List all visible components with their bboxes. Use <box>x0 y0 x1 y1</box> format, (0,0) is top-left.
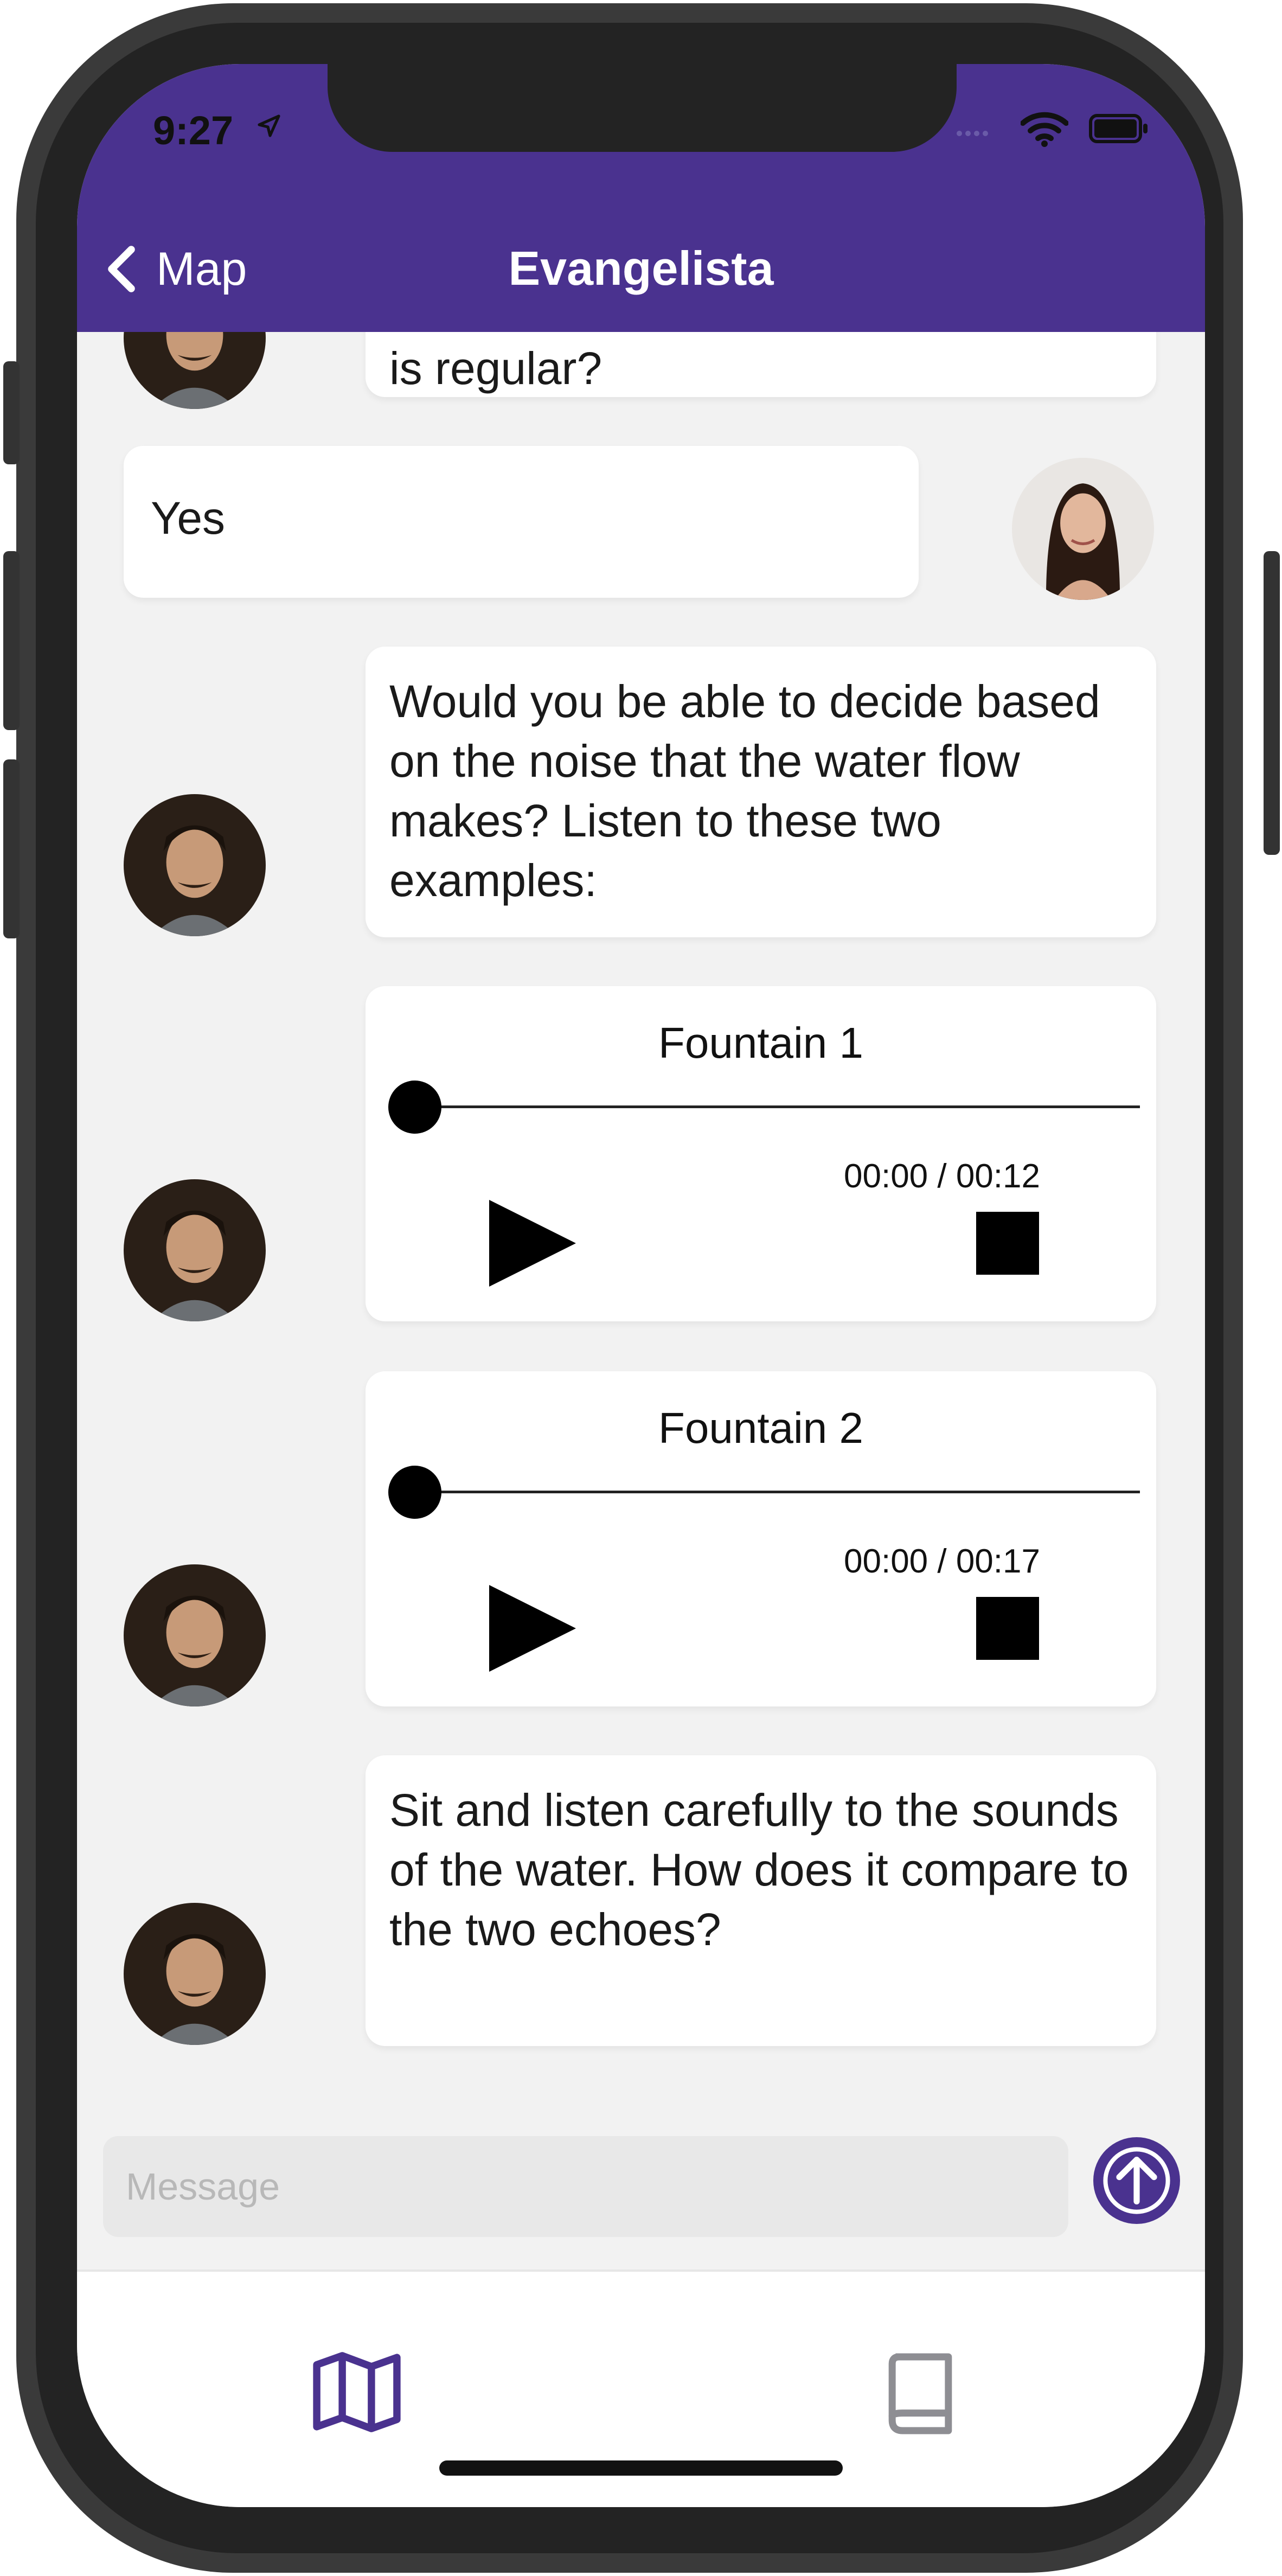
portrait-image <box>124 1903 266 2045</box>
location-arrow-icon <box>258 114 280 137</box>
audio-time: 00:00 / 00:12 <box>844 1158 1040 1195</box>
book-icon[interactable] <box>885 2350 956 2438</box>
audio-progress-knob[interactable] <box>388 1466 441 1519</box>
portrait-image <box>124 794 266 936</box>
bot-avatar <box>124 1179 266 1321</box>
message-bubble: Would you be able to decide based on the… <box>366 647 1156 937</box>
audio-message: Fountain 2 00:00 / 00:17 <box>366 1371 1156 1706</box>
message-text: Sit and listen carefully to the sounds o… <box>389 1785 1129 1955</box>
home-indicator[interactable] <box>439 2460 843 2476</box>
status-time: 9:27 <box>153 108 234 153</box>
bot-avatar <box>124 1564 266 1706</box>
chat-thread[interactable]: is regular? Yes Would you be able to dec… <box>77 332 1205 2104</box>
message-bubble: Sit and listen carefully to the sounds o… <box>366 1755 1156 2046</box>
map-icon[interactable] <box>311 2350 402 2434</box>
audio-progress-track[interactable] <box>414 1105 1140 1108</box>
volume-up-button <box>3 551 20 730</box>
send-button[interactable] <box>1093 2137 1180 2224</box>
user-photo <box>1012 458 1154 600</box>
audio-message: Fountain 1 00:00 / 00:12 <box>366 986 1156 1321</box>
user-avatar <box>1012 458 1154 600</box>
audio-title: Fountain 1 <box>658 1019 864 1067</box>
message-composer <box>77 2104 1205 2272</box>
portrait-image <box>124 332 266 409</box>
navigation-bar: 9:27 Map Evangelista <box>77 64 1205 332</box>
silent-switch <box>3 361 20 464</box>
wifi-icon <box>1021 112 1068 147</box>
play-icon[interactable] <box>489 1584 576 1673</box>
bot-avatar <box>124 1903 266 2045</box>
audio-time: 00:00 / 00:17 <box>844 1543 1040 1580</box>
audio-progress-track[interactable] <box>414 1491 1140 1493</box>
user-message-bubble: Yes <box>124 446 919 598</box>
notch <box>328 64 957 152</box>
signal-icon <box>957 129 991 139</box>
message-text: is regular? <box>389 343 602 394</box>
message-text: Yes <box>151 493 226 544</box>
audio-title: Fountain 2 <box>658 1404 864 1452</box>
page-title: Evangelista <box>508 241 774 295</box>
bot-avatar <box>124 332 266 409</box>
app-screen: 9:27 Map Evangelista is regular? Yes Wou… <box>77 64 1205 2507</box>
play-icon[interactable] <box>489 1199 576 1288</box>
battery-icon <box>1089 114 1148 143</box>
message-input[interactable] <box>103 2136 1068 2237</box>
bot-avatar <box>124 794 266 936</box>
audio-progress-knob[interactable] <box>388 1081 441 1134</box>
volume-down-button <box>3 759 20 938</box>
stop-icon[interactable] <box>976 1212 1039 1275</box>
message-text: Would you be able to decide based on the… <box>389 676 1100 906</box>
portrait-image <box>124 1179 266 1321</box>
stop-icon[interactable] <box>976 1597 1039 1660</box>
portrait-image <box>124 1564 266 1706</box>
arrow-up-icon <box>1103 2147 1170 2214</box>
message-bubble: is regular? <box>366 332 1156 397</box>
power-button <box>1264 551 1280 855</box>
